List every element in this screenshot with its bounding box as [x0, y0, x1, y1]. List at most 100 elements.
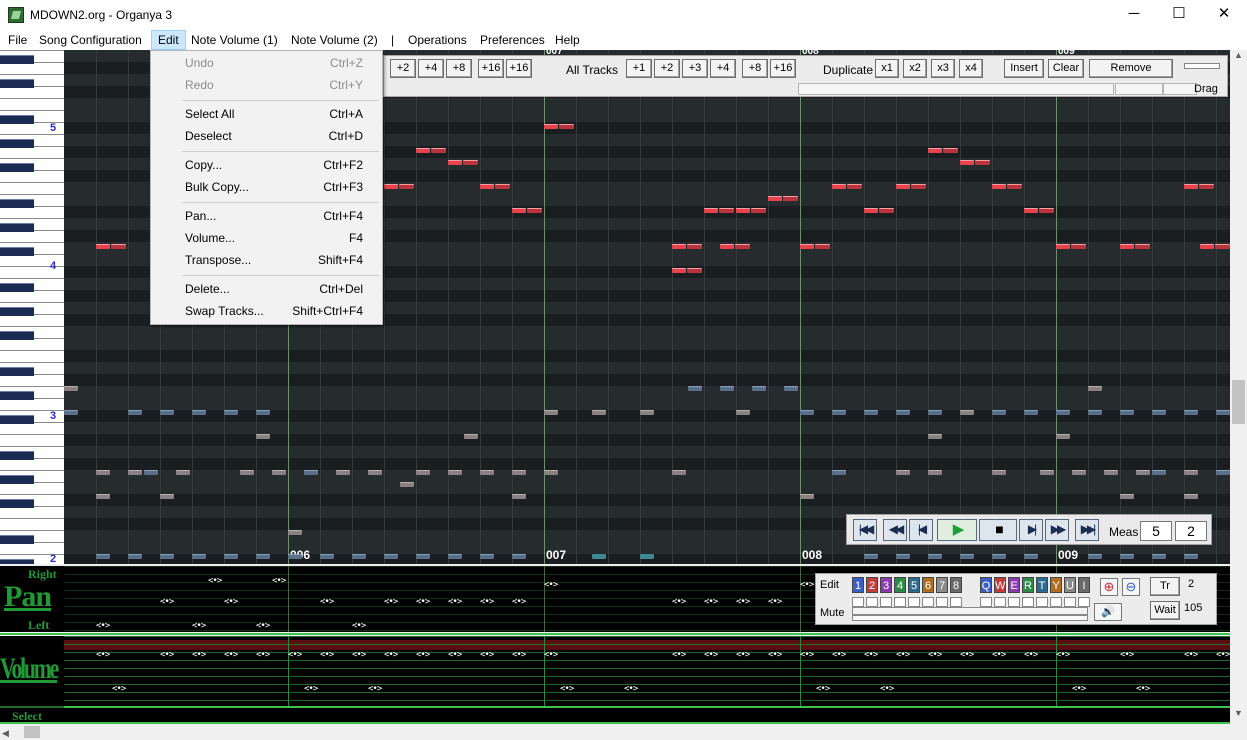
mute-w-checkbox[interactable] [994, 597, 1006, 607]
blue-note[interactable] [480, 554, 494, 559]
red-note[interactable] [704, 208, 718, 213]
volume-marker[interactable]: <•> [736, 650, 750, 660]
minimize-button[interactable]: ─ [1111, 0, 1157, 30]
mute-1-checkbox[interactable] [852, 597, 864, 607]
scroll-down-icon[interactable]: ▼ [1234, 708, 1243, 718]
tr-button[interactable]: Tr [1150, 577, 1180, 596]
volume-marker[interactable]: <•> [480, 650, 494, 660]
piano-black-key[interactable] [0, 79, 34, 88]
blue-note[interactable] [160, 410, 174, 415]
gray-note[interactable] [336, 470, 350, 475]
mute-3-checkbox[interactable] [880, 597, 892, 607]
volume-marker[interactable]: <•> [1120, 650, 1134, 660]
menu-transpose[interactable]: Transpose... Shift+F4 [152, 249, 381, 271]
volume-marker[interactable]: <•> [160, 650, 174, 660]
blue-note[interactable] [1088, 410, 1102, 415]
red-note-tail[interactable] [783, 196, 798, 201]
all-plus16-button[interactable]: +16 [770, 59, 796, 78]
red-note[interactable] [768, 196, 782, 201]
gray-note[interactable] [896, 470, 910, 475]
blue-note[interactable] [1184, 554, 1198, 559]
piano-black-key[interactable] [0, 55, 34, 64]
insert-button[interactable]: Insert [1004, 59, 1044, 78]
red-note[interactable] [384, 184, 398, 189]
menu-volume[interactable]: Volume... F4 [152, 227, 381, 249]
wait-button[interactable]: Wait [1150, 601, 1180, 620]
red-note[interactable] [480, 184, 494, 189]
clear-button[interactable]: Clear [1048, 59, 1084, 78]
red-note[interactable] [928, 148, 942, 153]
gray-note[interactable] [1104, 470, 1118, 475]
pan-marker[interactable]: <•> [416, 597, 430, 607]
volume-marker[interactable]: <•> [256, 650, 270, 660]
red-note-tail[interactable] [559, 124, 574, 129]
track-u-button[interactable]: U [1064, 577, 1076, 593]
blue-note[interactable] [864, 554, 878, 559]
volume-marker[interactable]: <•> [1216, 650, 1230, 660]
volume-marker[interactable]: <•> [928, 650, 942, 660]
pan-marker[interactable]: <•> [480, 597, 494, 607]
menu-copy[interactable]: Copy... Ctrl+F2 [152, 154, 381, 176]
pan-marker[interactable]: <•> [800, 580, 814, 590]
gray-note[interactable] [928, 434, 942, 439]
menu-swap-tracks[interactable]: Swap Tracks... Shift+Ctrl+F4 [152, 300, 381, 322]
red-note[interactable] [1056, 244, 1070, 249]
blue-note[interactable] [1216, 470, 1230, 475]
blue-note[interactable] [384, 554, 398, 559]
gray-note[interactable] [1120, 494, 1134, 499]
all-plus8-button[interactable]: +8 [742, 59, 768, 78]
volume-marker[interactable]: <•> [800, 650, 814, 660]
red-note-tail[interactable] [911, 184, 926, 189]
blue-note[interactable] [992, 410, 1006, 415]
blue-note[interactable] [1088, 554, 1102, 559]
volume-marker[interactable]: <•> [512, 650, 526, 660]
track-i-button[interactable]: I [1078, 577, 1090, 593]
gray-note[interactable] [160, 494, 174, 499]
skip-start-button[interactable]: |◀◀ [853, 519, 877, 541]
blue-note[interactable] [64, 410, 78, 415]
blue-note[interactable] [160, 554, 174, 559]
mute-8-checkbox[interactable] [950, 597, 962, 607]
gray-note[interactable] [736, 410, 750, 415]
blue-note[interactable] [1056, 410, 1070, 415]
mute-5-checkbox[interactable] [908, 597, 920, 607]
pan-marker[interactable]: <•> [256, 621, 270, 631]
volume-marker[interactable]: <•> [816, 684, 830, 694]
step-forward-button[interactable]: ▶| [1019, 519, 1043, 541]
gray-note[interactable] [64, 386, 78, 391]
all-plus3-button[interactable]: +3 [682, 59, 708, 78]
volume-marker[interactable]: <•> [544, 650, 558, 660]
red-note-tail[interactable] [111, 244, 126, 249]
all-plus2-button[interactable]: +2 [654, 59, 680, 78]
volume-marker[interactable]: <•> [624, 684, 638, 694]
volume-marker[interactable]: <•> [896, 650, 910, 660]
piano-black-key[interactable] [0, 475, 34, 484]
red-note-tail[interactable] [687, 244, 702, 249]
stop-button[interactable]: ■ [979, 519, 1017, 541]
fast-forward-button[interactable]: ▶▶ [1045, 519, 1069, 541]
volume-marker[interactable]: <•> [704, 650, 718, 660]
blue-note[interactable] [512, 554, 526, 559]
pan-marker[interactable]: <•> [160, 597, 174, 607]
gray-note[interactable] [544, 410, 558, 415]
volume-marker[interactable]: <•> [288, 650, 302, 660]
blue-note[interactable] [96, 554, 110, 559]
blue-note[interactable] [784, 386, 798, 391]
vertical-scrollbar[interactable]: ▲ ▼ [1230, 50, 1247, 724]
pan-marker[interactable]: <•> [208, 576, 222, 586]
menu-song-configuration[interactable]: Song Configuration [33, 30, 148, 50]
vertical-scroll-thumb[interactable] [1232, 380, 1245, 424]
volume-marker[interactable]: <•> [368, 684, 382, 694]
all-plus1-button[interactable]: +1 [626, 59, 652, 78]
red-note-tail[interactable] [1199, 184, 1214, 189]
red-note[interactable] [832, 184, 846, 189]
red-note-tail[interactable] [1007, 184, 1022, 189]
volume-marker[interactable]: <•> [224, 650, 238, 660]
red-note-tail[interactable] [687, 268, 702, 273]
blue-note[interactable] [256, 410, 270, 415]
red-note-tail[interactable] [399, 184, 414, 189]
blue-note[interactable] [832, 410, 846, 415]
menu-delete[interactable]: Delete... Ctrl+Del [152, 278, 381, 300]
menu-operations[interactable]: Operations [402, 30, 473, 50]
drag-slider[interactable] [1184, 63, 1220, 69]
